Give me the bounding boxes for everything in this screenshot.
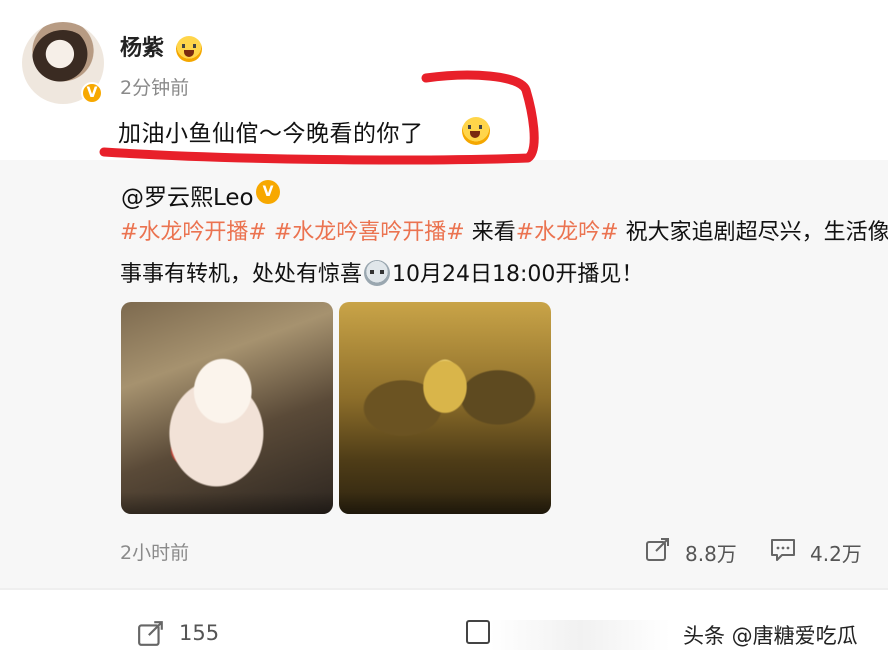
repost-text: 来看 xyxy=(464,220,516,245)
repost-text-line2: 事事有转机，处处有惊喜 10月24日18:00开播见！ xyxy=(120,256,643,288)
robot-emoji-icon xyxy=(364,260,391,286)
share-count: 8.8万 xyxy=(685,542,737,566)
comment-box-icon[interactable] xyxy=(466,620,490,644)
comment-icon[interactable] xyxy=(770,537,796,563)
repost-text: 祝大家追剧超尽兴，生活像唐 xyxy=(618,220,888,245)
drama-poster-image[interactable] xyxy=(121,302,333,514)
drama-poster-image[interactable] xyxy=(339,302,551,514)
crying-emoji-icon xyxy=(462,117,491,145)
repost-text: 10月24日18:00开播见！ xyxy=(392,262,644,287)
share-icon[interactable] xyxy=(645,536,671,562)
hashtag-link[interactable]: #水龙吟# xyxy=(516,220,619,245)
watermark-text: 头条 @唐糖爱吃瓜 xyxy=(683,624,858,648)
verified-v-icon: V xyxy=(81,82,103,104)
post-text: 加油小鱼仙倌～今晚看的你了 xyxy=(118,121,424,147)
share-icon[interactable] xyxy=(137,619,165,647)
post-time: 2分钟前 xyxy=(120,77,190,99)
comment-count: 4.2万 xyxy=(810,542,862,566)
share-count: 155 xyxy=(179,621,220,645)
repost-time: 2小时前 xyxy=(120,542,190,564)
divider xyxy=(0,588,888,590)
repost-text: 事事有转机，处处有惊喜 xyxy=(120,262,363,287)
repost-text-line1: #水龙吟开播# #水龙吟喜吟开播# 来看#水龙吟# 祝大家追剧超尽兴，生活像唐 xyxy=(120,214,888,246)
verified-v-icon: V xyxy=(256,180,280,204)
author-name[interactable]: 杨紫 xyxy=(120,30,164,62)
hashtag-link[interactable]: #水龙吟开播# xyxy=(120,220,267,245)
repost-author[interactable]: @罗云熙Leo xyxy=(121,178,254,212)
blurred-area xyxy=(490,620,670,650)
hashtag-link[interactable]: #水龙吟喜吟开播# xyxy=(274,220,465,245)
laughing-emoji-icon xyxy=(176,36,202,62)
